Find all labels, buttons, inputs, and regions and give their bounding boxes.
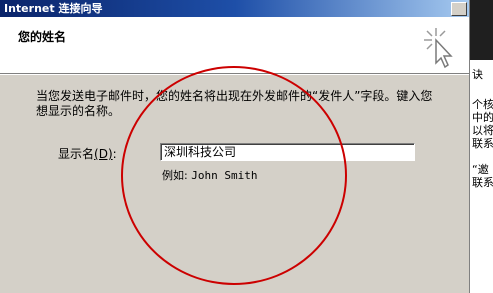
header-divider: [0, 74, 469, 75]
wizard-header: 您的姓名: [0, 17, 469, 74]
background-text: 联系: [472, 137, 493, 150]
background-text: 联系: [472, 176, 493, 189]
display-name-input[interactable]: 深圳科技公司: [160, 143, 415, 161]
example-value: John Smith: [191, 169, 258, 182]
background-window-titlebar: [470, 0, 493, 60]
display-name-label-text: 显示名: [58, 147, 95, 161]
title-bar[interactable]: Internet 连接向导: [0, 0, 469, 17]
display-name-label-colon: :: [112, 147, 117, 161]
page-title: 您的姓名: [18, 30, 67, 44]
background-window: 诀 个核 中的 以将 联系 “邀 联系: [470, 0, 493, 293]
wizard-cursor-icon: [424, 28, 453, 69]
wizard-window: Internet 连接向导 您的姓名 当您发送电子邮件时，您的姓名将出现在外发邮…: [0, 0, 470, 293]
window-title: Internet 连接向导: [4, 2, 103, 15]
display-name-label-key: (D): [94, 147, 113, 161]
display-name-label: 显示名(D):: [58, 145, 117, 162]
example-text: 例如: John Smith: [162, 167, 257, 183]
instructions-text: 当您发送电子邮件时，您的姓名将出现在外发邮件的“发件人”字段。键入您想显示的名称…: [36, 89, 433, 118]
background-text: 诀: [472, 68, 483, 81]
example-prefix: 例如:: [162, 169, 188, 182]
close-button[interactable]: [451, 2, 467, 16]
